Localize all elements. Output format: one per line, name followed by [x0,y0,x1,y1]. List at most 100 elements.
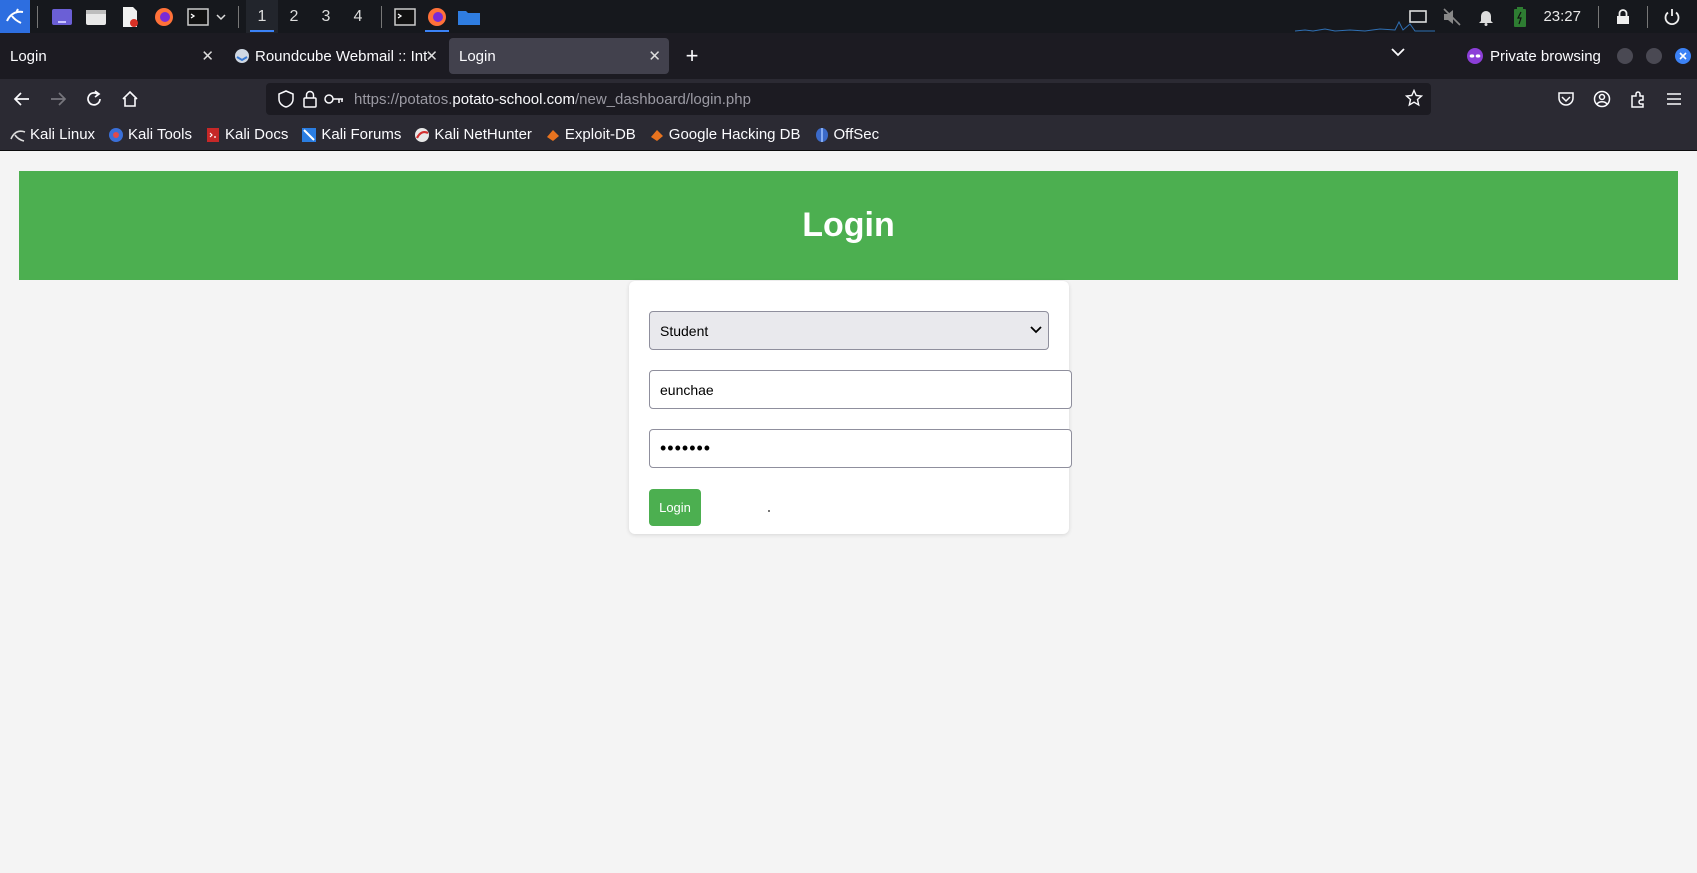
login-button[interactable]: Login [649,489,701,526]
close-window-button[interactable] [1675,48,1691,64]
pocket-icon [1558,92,1574,106]
bookmark-label: Kali Docs [224,126,289,143]
home-icon [122,90,138,107]
kali-menu-icon[interactable] [0,0,30,33]
private-mask-icon [1467,48,1483,64]
taskbar-separator [1647,5,1648,28]
reload-icon [87,90,101,106]
back-button[interactable] [5,82,39,116]
bookmark-kali-tools[interactable]: Kali Tools [108,126,192,143]
clock[interactable]: 23:27 [1543,8,1581,25]
role-select-value: Student [660,322,709,339]
workspace-label: 4 [353,7,363,25]
workspace-2[interactable]: 2 [278,0,310,33]
ghdb-icon [649,127,665,143]
bookmark-kali-forums[interactable]: Kali Forums [301,126,401,143]
login-form: Student eunchae ••••••• Login [629,281,1072,534]
workspace-label: 3 [321,7,331,25]
display-icon[interactable] [1407,6,1429,28]
url-text[interactable]: https://potatos.potato-school.com/new_da… [354,91,751,108]
workspace-label: 2 [289,7,299,25]
bookmark-label: Kali Linux [30,126,96,143]
new-tab-button[interactable]: + [675,39,709,73]
desktop-icon[interactable] [50,5,74,29]
puzzle-icon [1631,91,1644,108]
lock-icon[interactable] [300,89,320,109]
shield-icon[interactable] [276,89,296,109]
password-input[interactable]: ••••••• [649,429,1072,468]
username-input[interactable]: eunchae [649,370,1072,409]
taskbar: 1 2 3 4 23:27 [0,0,1697,33]
mute-icon[interactable] [1441,6,1463,28]
bookmark-label: Google Hacking DB [668,126,801,143]
bookmark-offsec[interactable]: OffSec [814,126,879,143]
pocket-button[interactable] [1549,82,1583,116]
navigation-toolbar: https://potatos.potato-school.com/new_da… [0,79,1697,119]
bookmark-exploit-db[interactable]: Exploit-DB [545,126,636,143]
tab-label: Login [459,47,496,65]
url-bar[interactable]: https://potatos.potato-school.com/new_da… [266,83,1431,115]
tab-roundcube[interactable]: Roundcube Webmail :: Int ✕ [224,38,446,74]
firefox-window-icon[interactable] [421,0,453,33]
terminal-icon[interactable] [186,5,210,29]
roundcube-icon [235,49,249,63]
bookmark-label: Kali Tools [128,126,192,143]
maximize-button[interactable] [1646,48,1662,64]
login-button-label: Login [659,500,691,515]
terminal-window-icon[interactable] [389,0,421,33]
arrow-left-icon [13,92,29,106]
account-icon [1593,90,1611,108]
bell-icon[interactable] [1475,6,1497,28]
kali-docs-icon [205,127,221,143]
bookmark-kali-docs[interactable]: Kali Docs [205,126,288,143]
home-button[interactable] [113,82,147,116]
reload-button[interactable] [77,82,111,116]
close-icon [1679,52,1687,60]
private-browsing-label: Private browsing [1490,47,1601,65]
bookmark-kali-linux[interactable]: Kali Linux [10,126,95,143]
kali-dragon-icon [10,127,26,143]
private-browsing-indicator: Private browsing [1466,33,1601,79]
taskbar-separator [238,5,239,28]
minimize-button[interactable] [1617,48,1633,64]
menu-button[interactable] [1657,82,1691,116]
files-icon[interactable] [84,5,108,29]
bookmark-google-hacking-db[interactable]: Google Hacking DB [649,126,801,143]
kali-forums-icon [301,127,317,143]
url-path: /new_dashboard/login.php [574,90,751,108]
extensions-button[interactable] [1621,82,1655,116]
role-select[interactable]: Student [649,311,1049,350]
folder-window-icon[interactable] [453,0,485,33]
bookmarks-toolbar: Kali Linux Kali Tools Kali Docs Kali For… [0,119,1697,151]
star-icon[interactable] [1404,88,1424,112]
workspace-4[interactable]: 4 [342,0,374,33]
offsec-icon [814,127,830,143]
tab-label: Roundcube Webmail :: Int [255,47,428,65]
power-icon[interactable] [1661,6,1683,28]
close-icon[interactable]: ✕ [201,47,214,65]
account-button[interactable] [1585,82,1619,116]
workspace-1[interactable]: 1 [246,0,278,33]
firefox-icon[interactable] [152,5,176,29]
taskbar-separator [37,5,38,28]
workspace-label: 1 [257,7,267,25]
forward-button[interactable] [41,82,75,116]
password-value: ••••••• [660,438,712,458]
close-icon[interactable]: ✕ [425,47,438,65]
close-icon[interactable]: ✕ [648,47,661,65]
tab-login-1[interactable]: Login ✕ [0,38,222,74]
hamburger-icon [1667,93,1681,105]
exploit-db-icon [545,127,561,143]
username-value: eunchae [660,381,714,398]
tab-bar: Login ✕ Roundcube Webmail :: Int ✕ Login… [0,33,1697,79]
tab-login-active[interactable]: Login ✕ [449,38,669,74]
workspace-3[interactable]: 3 [310,0,342,33]
key-icon[interactable] [324,89,344,109]
dropdown-chevron-icon[interactable] [215,5,227,29]
page-title: Login [802,206,895,244]
bookmark-kali-nethunter[interactable]: Kali NetHunter [414,126,532,143]
taskbar-separator [1598,5,1599,28]
chevron-down-icon[interactable] [1390,44,1406,65]
text-editor-icon[interactable] [118,5,142,29]
lock-icon[interactable] [1612,6,1634,28]
